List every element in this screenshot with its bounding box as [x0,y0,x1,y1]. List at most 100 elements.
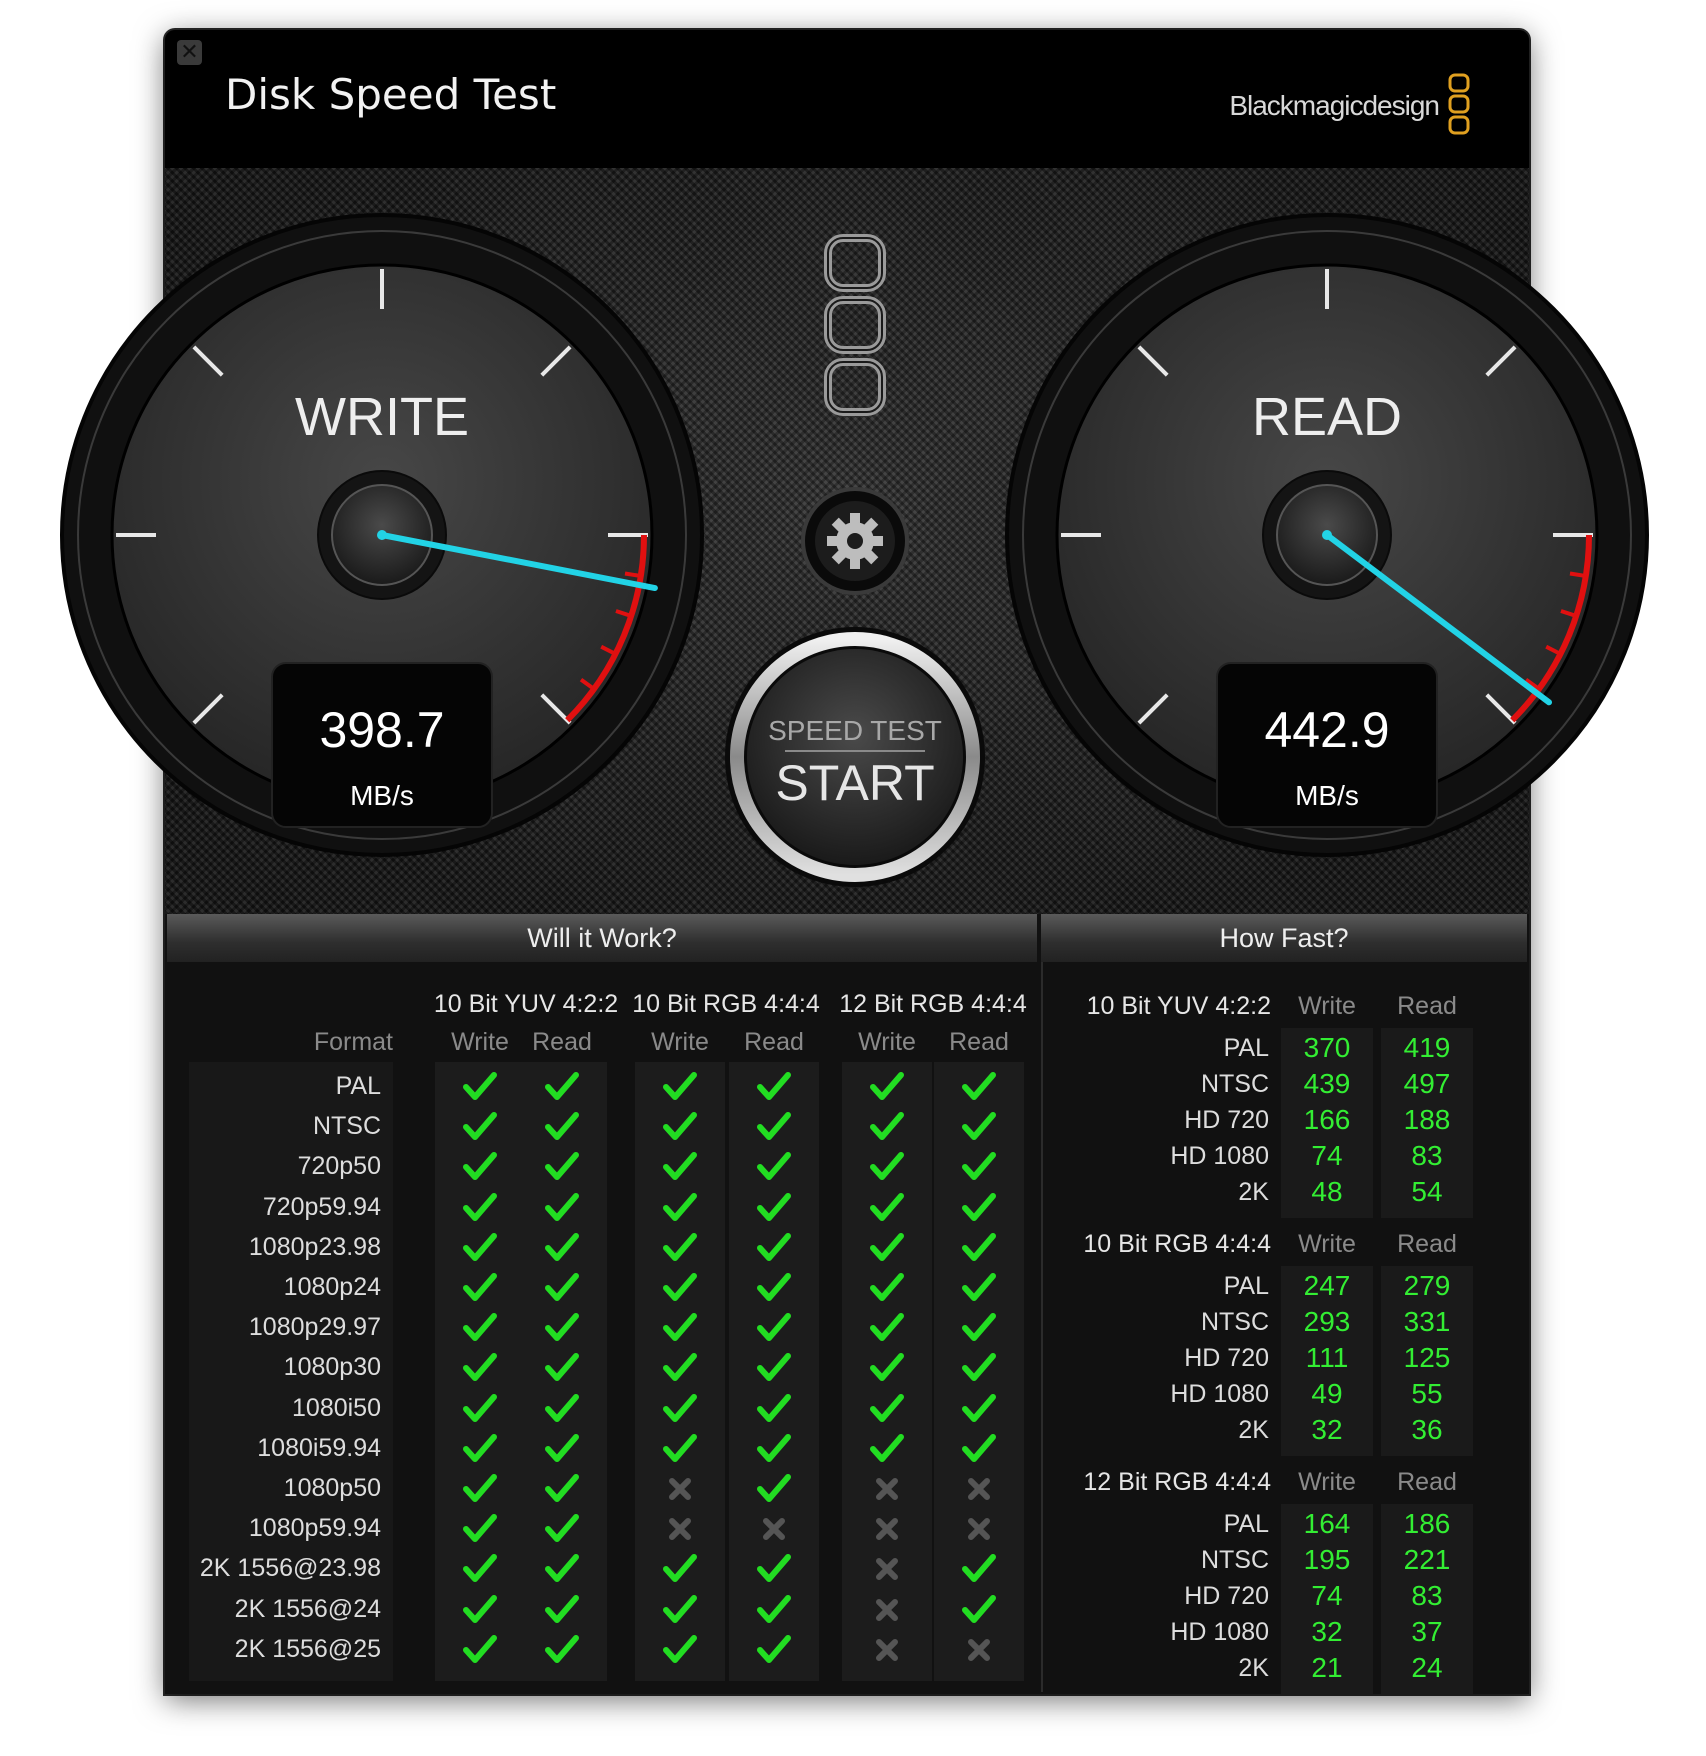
write-value: 439 [1303,1068,1351,1099]
check-icon [754,1311,794,1345]
read-subheader: Read [1397,1468,1457,1496]
check-icon [460,1512,500,1546]
check-icon [542,1150,582,1184]
check-icon [542,1512,582,1546]
cross-icon [867,1512,907,1546]
check-icon [660,1633,700,1667]
read-subheader: Read [1397,992,1457,1020]
format-label: PAL [1223,1034,1269,1062]
group-title: 12 Bit RGB 4:4:4 [839,990,1027,1018]
check-icon [542,1271,582,1305]
check-icon [867,1432,907,1466]
read-value: 442.9 [1264,702,1389,758]
read-subheader: Read [744,1028,804,1056]
check-icon [959,1191,999,1225]
write-value: 32 [1311,1616,1343,1647]
check-icon [959,1593,999,1627]
how-fast-panel: 10 Bit YUV 4:2:2 Write Read PAL 370 419 NTSC 43… [1041,962,1529,1694]
write-subheader: Write [1298,1230,1356,1258]
check-icon [460,1191,500,1225]
will-it-work-panel: 10 Bit YUV 4:2:2 Write Read 10 Bit RGB 4:4:… [167,962,1037,1692]
cross-icon [867,1593,907,1627]
format-label: 720p50 [297,1152,381,1181]
group-title: 12 Bit RGB 4:4:4 [1083,1468,1271,1496]
check-icon [867,1231,907,1265]
check-icon [754,1593,794,1627]
format-label: 2K [1238,1178,1269,1206]
check-icon [542,1191,582,1225]
check-icon [460,1271,500,1305]
write-value: 48 [1311,1176,1343,1207]
format-label: NTSC [1200,1070,1269,1098]
check-icon [754,1110,794,1144]
write-gauge: WRITE 398.7 MB/s [60,213,704,857]
check-icon [460,1070,500,1104]
gear-icon[interactable] [827,513,883,569]
check-icon [542,1392,582,1426]
close-button[interactable]: ✕ [177,40,202,65]
check-icon [660,1110,700,1144]
write-value: 111 [1305,1342,1349,1373]
format-header: Format [313,1028,393,1056]
format-label: 720p59.94 [262,1192,381,1221]
check-icon [959,1392,999,1426]
write-value: 21 [1311,1652,1343,1683]
check-icon [542,1472,582,1506]
format-label: 1080p29.97 [248,1313,381,1342]
start-button[interactable]: SPEED TEST START [725,627,985,887]
check-icon [542,1552,582,1586]
check-icon [460,1150,500,1184]
check-icon [542,1593,582,1627]
write-value: 293 [1303,1306,1351,1337]
cross-icon [867,1633,907,1667]
format-label: NTSC [1200,1546,1269,1574]
group-title: 10 Bit RGB 4:4:4 [1083,1230,1271,1258]
check-icon [867,1392,907,1426]
format-label: 2K [1238,1416,1269,1444]
read-value: 37 [1411,1616,1443,1647]
gear-hole[interactable] [847,533,863,549]
format-label: 1080p30 [283,1353,381,1382]
write-value: 49 [1311,1378,1343,1409]
needle-pivot [377,530,387,540]
write-value: 247 [1303,1270,1351,1301]
read-unit: MB/s [1295,780,1359,811]
group-title: 10 Bit RGB 4:4:4 [632,990,820,1018]
read-value: 186 [1403,1508,1451,1539]
check-icon [867,1311,907,1345]
how-fast-header: How Fast? [1041,914,1527,963]
check-icon [660,1271,700,1305]
read-gauge: READ 442.9 MB/s [1005,213,1649,857]
app-title: Disk Speed Test [225,70,557,119]
check-icon [754,1271,794,1305]
will-it-work-header: Will it Work? [167,914,1037,963]
format-label: HD 1080 [1170,1618,1269,1646]
check-icon [460,1311,500,1345]
write-unit: MB/s [350,780,414,811]
check-icon [754,1351,794,1385]
write-label: WRITE [295,387,469,447]
settings-button[interactable] [801,487,909,595]
results-area: Will it Work? How Fast? 10 Bit YUV 4:2:2… [165,914,1529,1694]
start-button-label[interactable]: START [775,755,934,811]
write-value: 74 [1311,1580,1343,1611]
start-button-caption[interactable]: SPEED TEST [768,715,942,746]
read-subheader: Read [1397,1230,1457,1258]
check-icon [754,1150,794,1184]
check-icon [754,1392,794,1426]
check-icon [867,1070,907,1104]
check-icon [542,1110,582,1144]
format-label: 1080p50 [283,1474,381,1502]
check-icon [867,1271,907,1305]
read-value: 497 [1403,1068,1451,1099]
check-icon [460,1633,500,1667]
cross-icon [660,1512,700,1546]
read-value: 55 [1411,1378,1443,1409]
format-label: 1080i50 [292,1393,381,1422]
format-label: PAL [1223,1510,1269,1538]
check-icon [460,1552,500,1586]
write-subheader: Write [1298,1468,1356,1496]
format-label: 1080p24 [283,1273,381,1301]
read-value: 36 [1411,1414,1443,1445]
check-icon [660,1191,700,1225]
